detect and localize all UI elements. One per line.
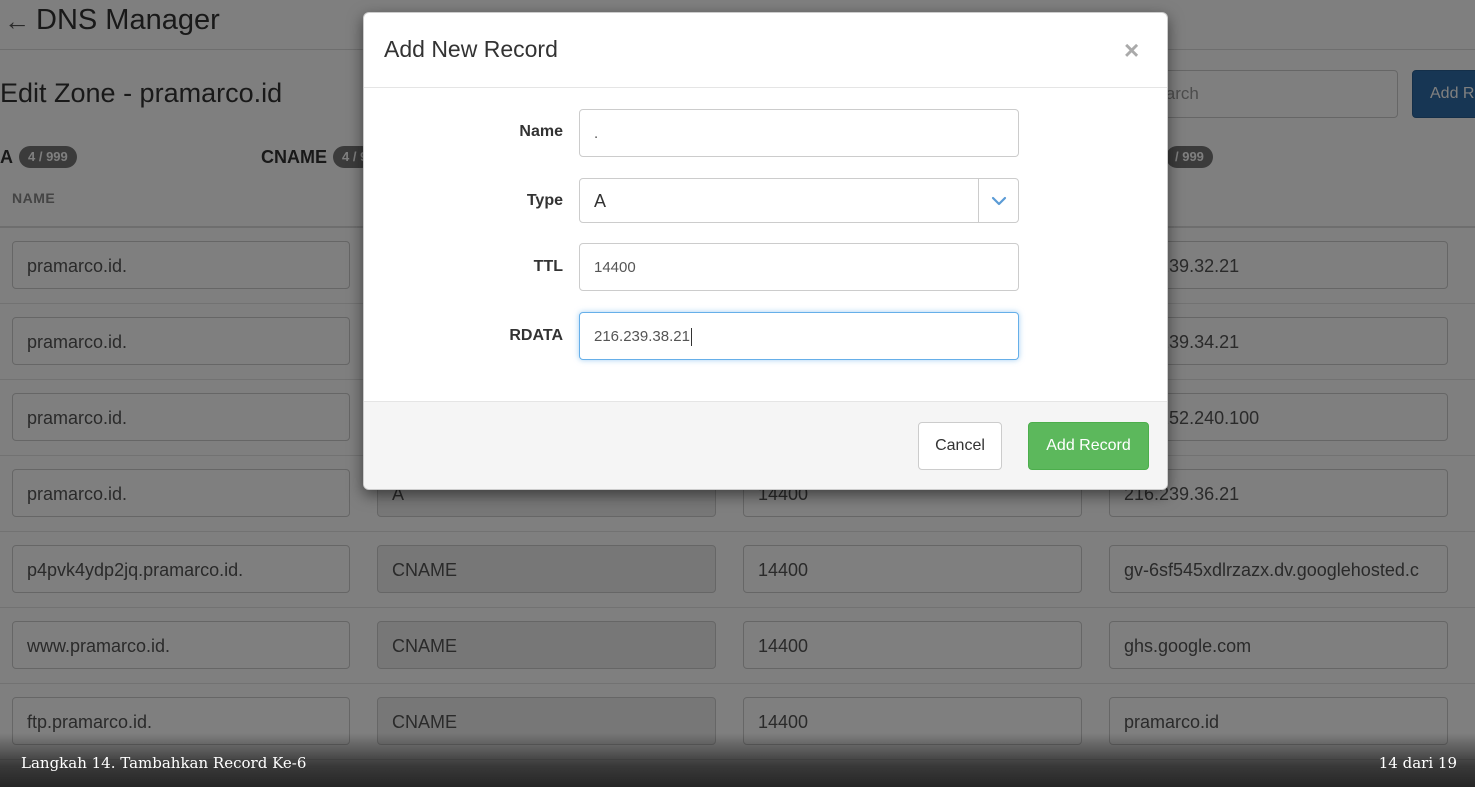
page-counter: 14 dari 19 (1378, 754, 1457, 772)
add-record-modal: Add New Record × Name . Type A TTL 14400… (363, 12, 1168, 490)
name-field[interactable]: . (579, 109, 1019, 157)
rdata-label: RDATA (509, 327, 563, 344)
rdata-field-value: 216.239.38.21 (594, 328, 690, 345)
name-label: Name (519, 123, 563, 140)
modal-title: Add New Record (384, 36, 558, 62)
step-caption: Langkah 14. Tambahkan Record Ke-6 (21, 754, 307, 772)
chevron-down-icon[interactable] (990, 192, 1008, 210)
type-select-value: A (594, 191, 607, 211)
close-icon[interactable]: × (1124, 35, 1139, 66)
ttl-label: TTL (533, 258, 563, 275)
add-record-submit-button[interactable]: Add Record (1028, 422, 1149, 470)
cancel-button[interactable]: Cancel (918, 422, 1002, 470)
modal-footer: Cancel Add Record (364, 401, 1167, 489)
ttl-field[interactable]: 14400 (579, 243, 1019, 291)
type-label: Type (526, 192, 563, 209)
select-divider (978, 179, 979, 222)
type-select[interactable]: A (579, 178, 1019, 223)
rdata-field[interactable]: 216.239.38.21 (579, 312, 1019, 360)
text-cursor (690, 328, 692, 347)
caption-bar: Langkah 14. Tambahkan Record Ke-6 14 dar… (0, 733, 1475, 787)
modal-header: Add New Record × (364, 13, 1167, 88)
